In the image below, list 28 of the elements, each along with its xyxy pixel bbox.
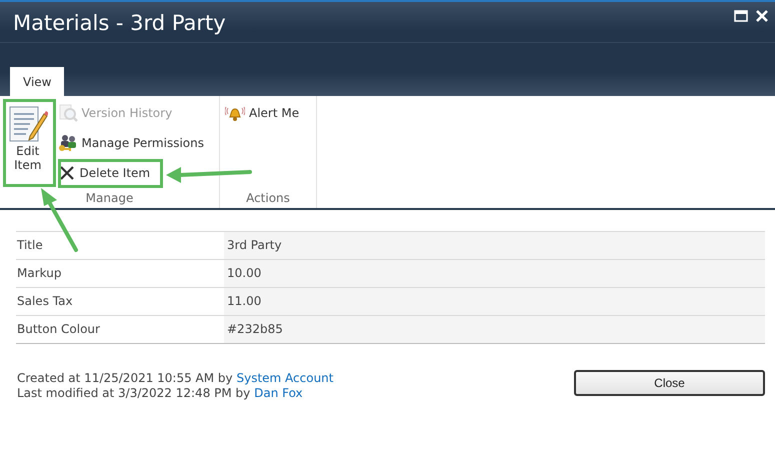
field-label: Button Colour xyxy=(16,321,101,338)
edit-document-icon xyxy=(8,104,48,144)
annotation-arrow xyxy=(41,188,78,252)
ribbon-button[interactable]: Manage Permissions xyxy=(56,130,206,156)
field-value: 11.00 xyxy=(224,288,765,315)
edit-item-button[interactable]: Edit Item xyxy=(3,100,53,191)
info-text: Last modified at 3/3/2022 12:48 PM by Dan Fox xyxy=(17,386,304,401)
info-text: Created at 11/25/2021 10:55 AM by System Account xyxy=(17,371,334,386)
people-key-icon xyxy=(58,133,78,153)
bell-icon xyxy=(225,104,245,122)
field-value: #232b85 xyxy=(224,316,765,343)
user-link[interactable]: Dan Fox xyxy=(254,386,303,400)
field-label: Sales Tax xyxy=(16,293,74,310)
field-value: 10.00 xyxy=(224,260,765,287)
group-label: Manage xyxy=(84,191,134,207)
maximize-icon[interactable] xyxy=(734,10,748,22)
user-link[interactable]: System Account xyxy=(236,371,334,385)
tab[interactable]: View xyxy=(10,67,64,96)
close-button[interactable]: Close xyxy=(574,370,765,396)
field-value: 3rd Party xyxy=(224,232,765,259)
field-label: Markup xyxy=(16,265,62,282)
ribbon-button[interactable]: Delete Item xyxy=(56,160,206,186)
close-icon[interactable] xyxy=(756,10,768,22)
ribbon-button[interactable]: Alert Me xyxy=(223,100,302,126)
field-label: Title xyxy=(16,237,44,254)
group-label: Actions xyxy=(245,191,291,207)
magnifier-icon xyxy=(58,103,78,123)
window-title: Materials - 3rd Party xyxy=(13,11,226,35)
